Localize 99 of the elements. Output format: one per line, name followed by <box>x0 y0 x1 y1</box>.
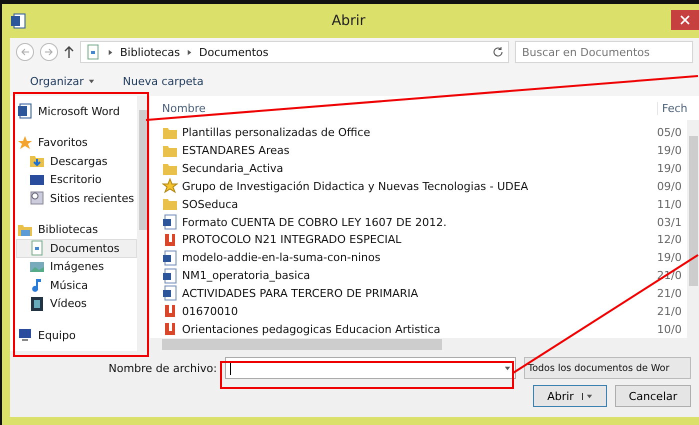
word-icon <box>162 285 178 302</box>
sidebar-label: Escritorio <box>50 173 102 186</box>
date-cell-text: 09/0 <box>657 180 683 193</box>
scrollbar[interactable] <box>687 120 699 338</box>
filename-label: Nombre de archivo: <box>108 362 217 374</box>
file-name: PROTOCOLO N21 INTEGRADO ESPECIAL <box>182 233 402 246</box>
sidebar-item[interactable]: Bibliotecas <box>16 220 137 239</box>
new-folder-button[interactable]: Nueva carpeta <box>120 72 206 90</box>
sidebar-item[interactable]: Música <box>16 276 137 294</box>
file-name: Grupo de Investigación Didactica y Nuevas Tecnologias - UDEA <box>182 180 530 193</box>
sidebar-label: Documentos <box>50 242 120 255</box>
file-row[interactable]: Formato CUENTA DE COBRO LEY 1607 DE 2012. 03/1 <box>150 213 687 231</box>
date-cell-text: 05/0 <box>657 126 683 140</box>
close-button[interactable] <box>671 10 699 30</box>
sidebar-item[interactable]: Imágenes <box>16 258 137 276</box>
video-icon <box>29 296 45 312</box>
open-button[interactable]: Abrir <box>533 385 607 407</box>
computer-icon <box>17 327 33 344</box>
sidebar-item[interactable]: Escritorio <box>16 170 137 189</box>
file-name: 01670010 <box>182 304 239 318</box>
sidebar-label: Imágenes <box>50 260 104 274</box>
chevron-down-icon <box>504 364 511 372</box>
refresh-icon[interactable] <box>492 46 504 58</box>
breadcrumb[interactable]: Bibliotecas <box>120 46 180 58</box>
file-name: NM1_operatoria_basica <box>182 269 312 282</box>
file-row[interactable]: SOSeduca 11/0 <box>150 195 687 214</box>
word-icon <box>162 214 178 230</box>
document-icon <box>29 240 45 256</box>
download-icon <box>29 153 45 170</box>
organize-button[interactable]: Organizar <box>28 72 97 90</box>
sidebar-item[interactable]: Documentos <box>16 239 137 258</box>
sidebar-label: Equipo <box>38 328 76 342</box>
app-icon <box>17 103 33 120</box>
file-row[interactable]: Orientaciones pedagogicas Educacion Artistica 10/0 <box>150 320 687 338</box>
sidebar-label: Favoritos <box>38 136 88 150</box>
sidebar-label: Vídeos <box>50 297 87 310</box>
horizontal-scrollbar[interactable] <box>150 338 699 351</box>
sidebar-label: Microsoft Word <box>38 104 120 118</box>
sidebar-label: Bibliotecas <box>38 223 98 236</box>
forward-button[interactable] <box>40 43 58 61</box>
up-arrow-icon[interactable] <box>64 46 74 58</box>
cancel-button[interactable]: Cancelar <box>615 385 691 407</box>
word-icon <box>10 13 26 29</box>
caret-down-icon <box>88 78 95 84</box>
date-cell-text: 10/0 <box>657 322 683 336</box>
back-arrow-icon <box>20 47 30 57</box>
date-cell-text: 19/0 <box>657 162 683 176</box>
column-header[interactable]: Nombre <box>162 102 657 114</box>
file-row[interactable]: PROTOCOLO N21 INTEGRADO ESPECIAL 12/0 <box>150 230 687 249</box>
file-row[interactable]: Secundaria_Activa 19/0 <box>150 160 687 178</box>
file-name: ESTANDARES Areas <box>182 144 290 158</box>
date-cell-text: 21/0 <box>657 286 683 300</box>
chevron-right-icon <box>107 48 114 56</box>
document-icon <box>85 44 101 60</box>
folder-icon <box>162 196 178 212</box>
word-icon <box>162 250 178 266</box>
date-cell-text: 12/0 <box>657 233 683 246</box>
sidebar-item[interactable]: Microsoft Word <box>16 102 137 120</box>
word-icon <box>162 268 178 284</box>
file-row[interactable]: modelo-addie-en-la-suma-con-ninos 19/0 <box>150 248 687 267</box>
column-header[interactable]: Fech <box>657 102 699 114</box>
search-field[interactable]: Buscar en Documentos <box>515 41 693 63</box>
file-name: Secundaria_Activa <box>182 162 284 176</box>
date-cell-text: 19/0 <box>657 251 683 264</box>
address-bar[interactable]: Bibliotecas Documentos <box>80 41 509 63</box>
file-row[interactable]: ACTIVIDADES PARA TERCERO DE PRIMARIA 21/0 <box>150 284 687 302</box>
star-icon <box>17 134 33 151</box>
filename-field[interactable] <box>225 357 516 379</box>
sidebar-item[interactable]: Descargas <box>16 152 137 170</box>
date-cell-text: 11/0 <box>657 198 683 211</box>
caret-down-icon <box>586 392 593 400</box>
breadcrumb[interactable]: Documentos <box>199 46 268 58</box>
close-icon <box>680 14 690 24</box>
file-row[interactable]: Grupo de Investigación Didactica y Nuevas Tecnologias - UDEA 09/0 <box>150 177 687 196</box>
sidebar-item[interactable]: Favoritos <box>16 134 137 152</box>
window-title: Abrir <box>330 13 366 29</box>
favorite-icon <box>162 178 178 194</box>
file-name: Formato CUENTA DE COBRO LEY 1607 DE 2012. <box>182 216 448 229</box>
file-name: modelo-addie-en-la-suma-con-ninos <box>182 251 382 264</box>
file-type-dropdown[interactable]: Todos los documentos de Wor <box>524 357 691 379</box>
sidebar-item[interactable]: Sitios recientes <box>16 189 137 208</box>
date-cell-text: 03/1 <box>657 216 683 229</box>
sidebar-label: Sitios recientes <box>50 192 134 205</box>
sidebar-label: Música <box>50 278 88 292</box>
date-cell-text: 19/0 <box>657 144 683 158</box>
sidebar-item[interactable]: Equipo <box>16 326 137 344</box>
file-row[interactable]: 01670010 21/0 <box>150 302 687 320</box>
back-button[interactable] <box>16 43 34 61</box>
sidebar-item[interactable]: Vídeos <box>16 294 137 313</box>
file-row[interactable]: ESTANDARES Areas 19/0 <box>150 142 687 160</box>
file-name: Orientaciones pedagogicas Educacion Artistica <box>182 322 442 336</box>
file-row[interactable]: Plantillas personalizadas de Office 05/0 <box>150 124 687 142</box>
sidebar-label: Descargas <box>50 154 108 168</box>
file-name: ACTIVIDADES PARA TERCERO DE PRIMARIA <box>182 286 420 300</box>
file-name: Plantillas personalizadas de Office <box>182 126 372 140</box>
forward-arrow-icon <box>44 47 54 57</box>
file-name: SOSeduca <box>182 198 240 211</box>
date-cell-text: 21/0 <box>657 304 683 318</box>
chevron-right-icon <box>186 48 194 56</box>
